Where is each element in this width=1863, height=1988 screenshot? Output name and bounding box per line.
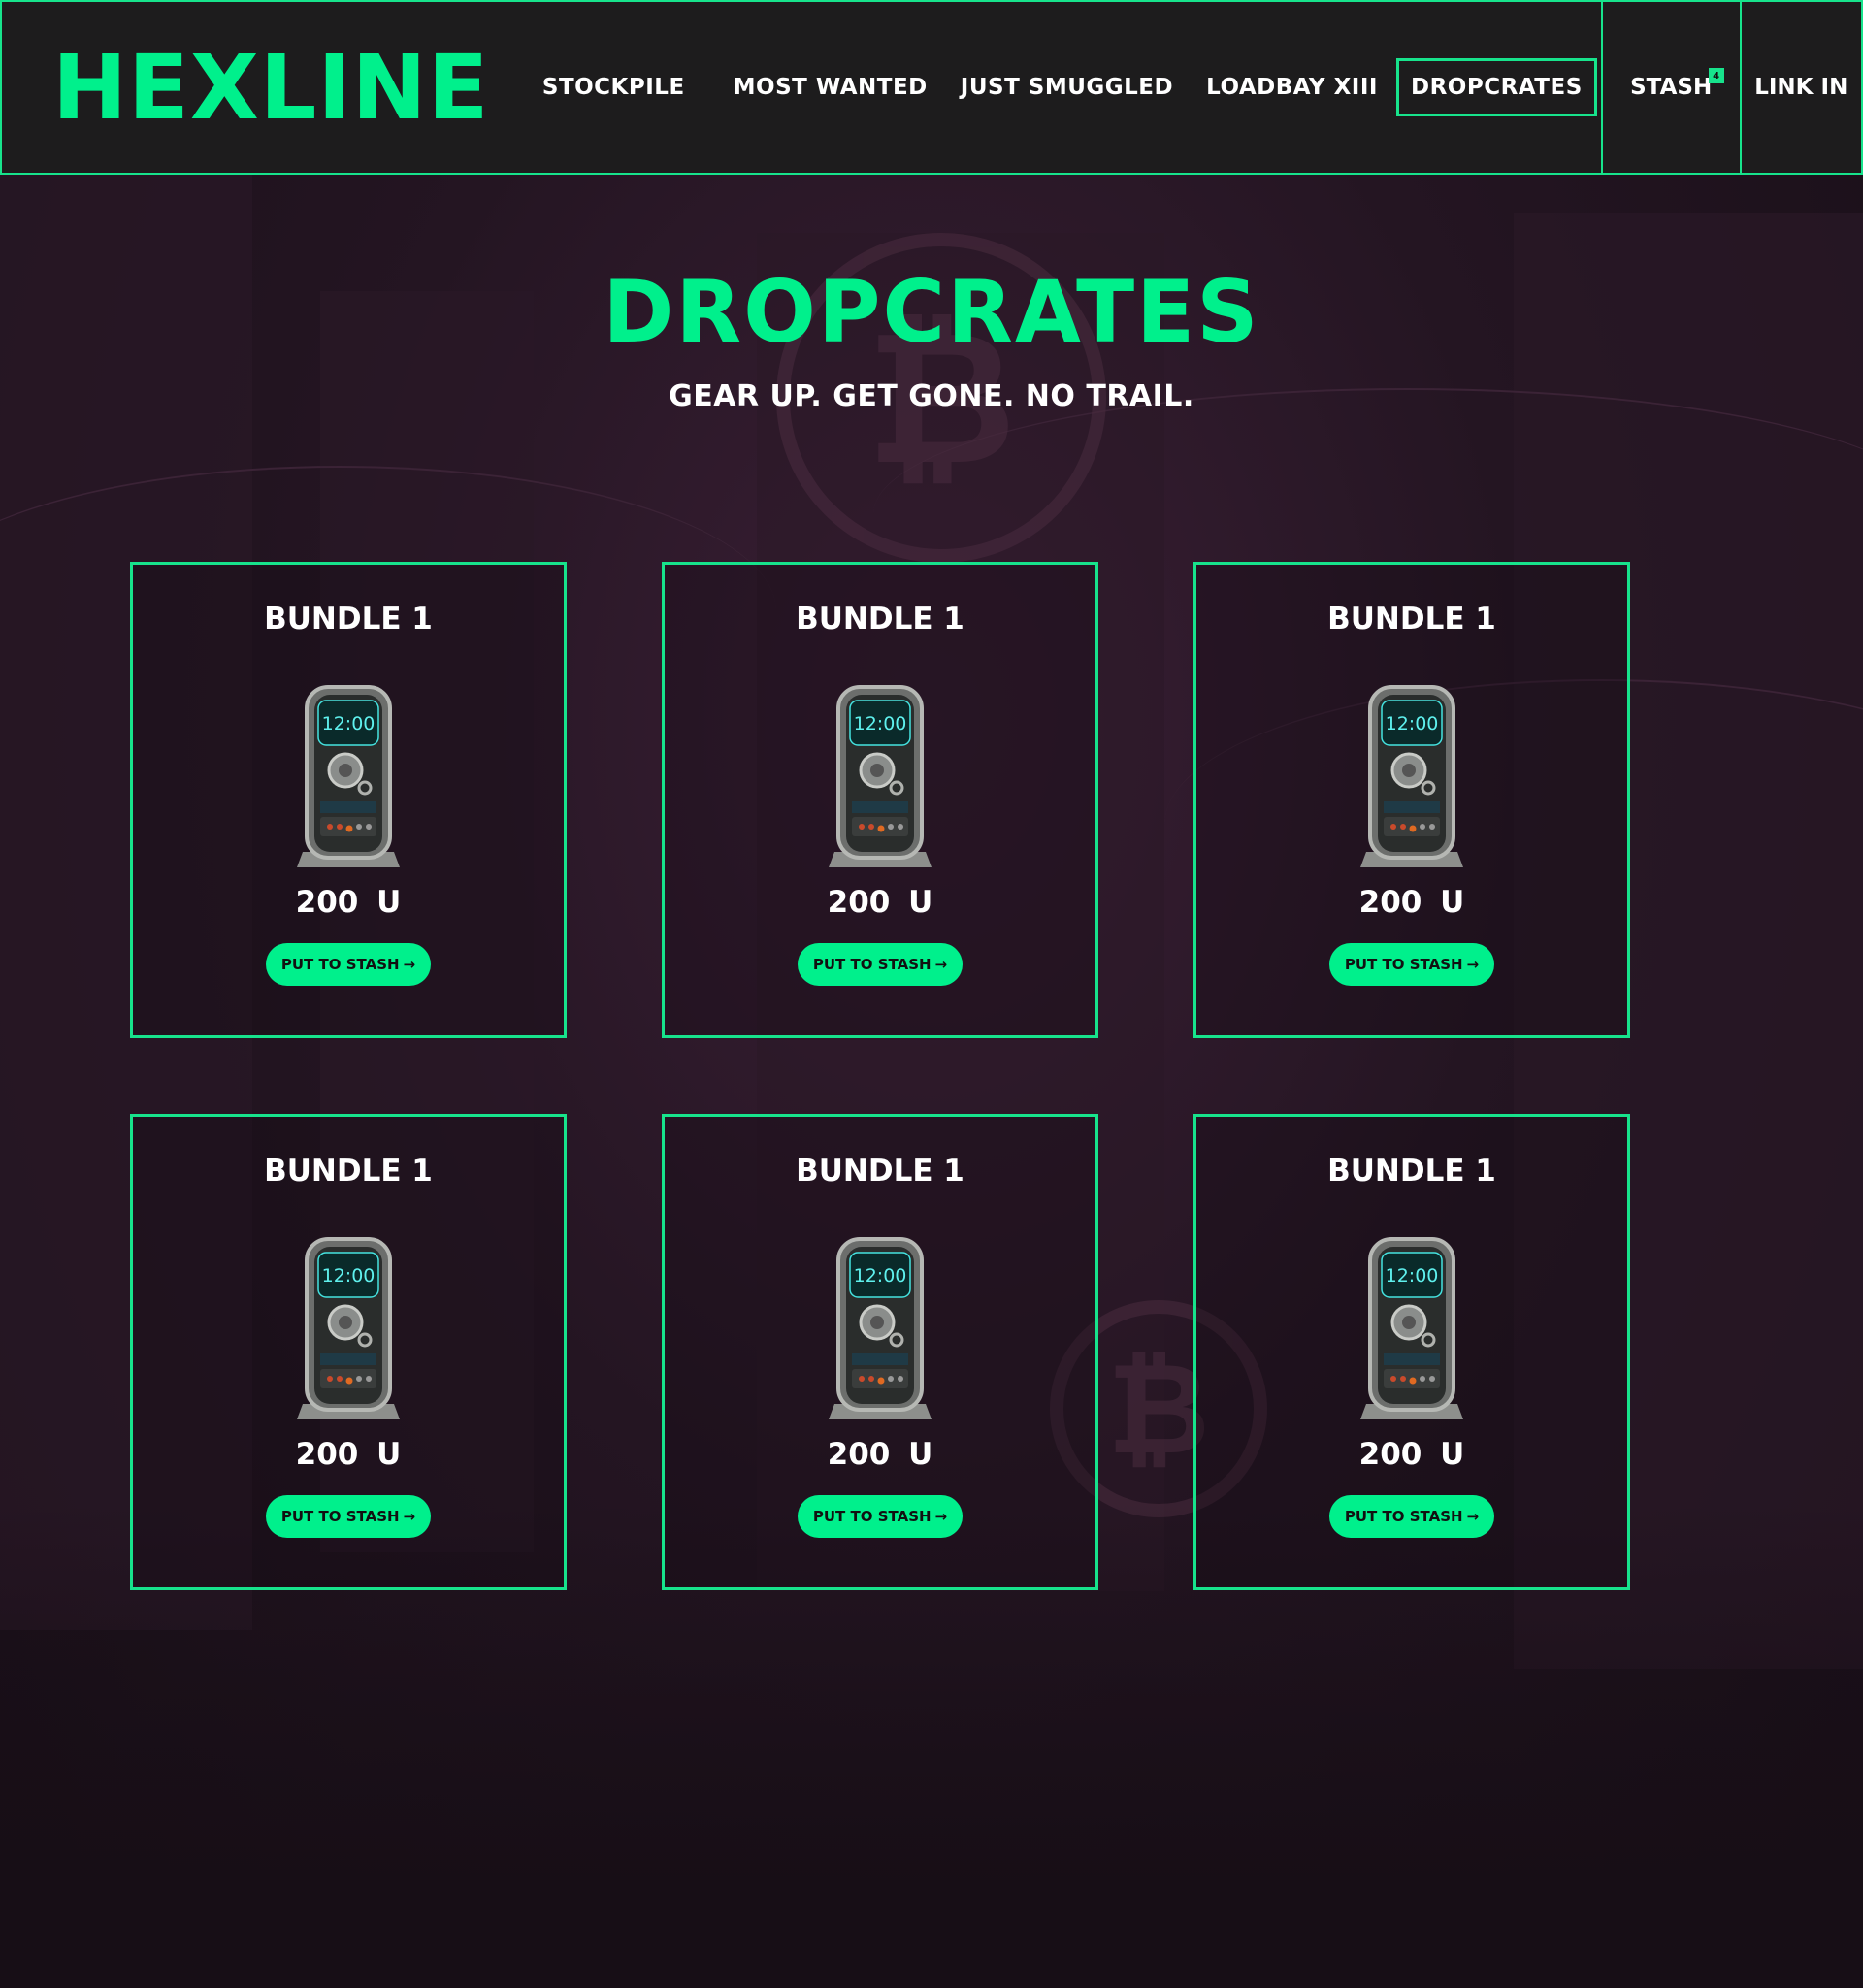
bundle-title: BUNDLE 1	[796, 1154, 964, 1189]
button-label: PUT TO STASH	[280, 956, 400, 973]
nav-item-just-smuggled[interactable]: JUST SMUGGLED	[946, 58, 1188, 116]
device-clock-display: 12:00	[1386, 713, 1439, 734]
put-to-stash-button[interactable]: PUT TO STASH →	[1328, 943, 1495, 986]
stash-count-badge: 4	[1708, 68, 1724, 83]
button-label: PUT TO STASH	[280, 1508, 400, 1525]
bundle-price: 200 U	[1358, 1437, 1465, 1472]
bundle-title: BUNDLE 1	[796, 602, 964, 636]
button-label: PUT TO STASH	[812, 956, 932, 973]
arrow-right-icon: →	[934, 956, 948, 973]
dropcrate-device-image: 12:00	[295, 681, 402, 869]
device-clock-display: 12:00	[854, 713, 907, 734]
hero-section: DROPCRATES GEAR UP. GET GONE. NO TRAIL.	[0, 262, 1863, 413]
button-label: PUT TO STASH	[812, 1508, 932, 1525]
button-label: PUT TO STASH	[1344, 1508, 1463, 1525]
put-to-stash-button[interactable]: PUT TO STASH →	[797, 1495, 964, 1538]
bundle-title: BUNDLE 1	[1327, 1154, 1496, 1189]
device-clock-display: 12:00	[322, 1265, 376, 1287]
device-clock-display: 12:00	[322, 713, 376, 734]
put-to-stash-button[interactable]: PUT TO STASH →	[797, 943, 964, 986]
bundle-title: BUNDLE 1	[264, 1154, 433, 1189]
nav-item-loadbay-xiii[interactable]: LOADBAY XIII	[1192, 58, 1392, 116]
arrow-right-icon: →	[403, 1508, 416, 1525]
dropcrate-device-image: 12:00	[827, 681, 933, 869]
bundle-grid: BUNDLE 1 12:00 200 U PUT TO STASH → BUND…	[130, 562, 1630, 1590]
dropcrate-device-image: 12:00	[1358, 1233, 1465, 1421]
bundle-card[interactable]: BUNDLE 1 12:00 200 U PUT TO STASH →	[1193, 1114, 1630, 1590]
put-to-stash-button[interactable]: PUT TO STASH →	[265, 1495, 432, 1538]
login-button[interactable]: LINK IN	[1739, 2, 1861, 173]
top-navigation-bar: HEXLINE STOCKPILE MOST WANTED JUST SMUGG…	[0, 0, 1863, 175]
bundle-price: 200 U	[295, 885, 402, 920]
bundle-card[interactable]: BUNDLE 1 12:00 200 U PUT TO STASH →	[130, 562, 567, 1038]
dropcrate-device-image: 12:00	[1358, 681, 1465, 869]
bundle-title: BUNDLE 1	[264, 602, 433, 636]
bundle-price: 200 U	[827, 885, 933, 920]
bundle-price: 200 U	[827, 1437, 933, 1472]
stash-label: STASH	[1630, 75, 1713, 100]
arrow-right-icon: →	[403, 956, 416, 973]
arrow-right-icon: →	[1466, 956, 1480, 973]
bundle-card[interactable]: BUNDLE 1 12:00 200 U PUT TO STASH →	[1193, 562, 1630, 1038]
dropcrate-device-image: 12:00	[295, 1233, 402, 1421]
page-title: DROPCRATES	[603, 262, 1260, 362]
dropcrate-device-image: 12:00	[827, 1233, 933, 1421]
bundle-card[interactable]: BUNDLE 1 12:00 200 U PUT TO STASH →	[662, 1114, 1098, 1590]
main-nav: STOCKPILE MOST WANTED JUST SMUGGLED LOAD…	[528, 2, 1601, 173]
page-subtitle: GEAR UP. GET GONE. NO TRAIL.	[669, 379, 1194, 413]
nav-item-dropcrates[interactable]: DROPCRATES	[1395, 58, 1597, 116]
put-to-stash-button[interactable]: PUT TO STASH →	[1328, 1495, 1495, 1538]
nav-item-stockpile[interactable]: STOCKPILE	[528, 58, 700, 116]
bundle-card[interactable]: BUNDLE 1 12:00 200 U PUT TO STASH →	[130, 1114, 567, 1590]
bundle-title: BUNDLE 1	[1327, 602, 1496, 636]
stash-button[interactable]: STASH 4	[1600, 2, 1740, 173]
button-label: PUT TO STASH	[1344, 956, 1463, 973]
device-clock-display: 12:00	[854, 1265, 907, 1287]
device-clock-display: 12:00	[1386, 1265, 1439, 1287]
arrow-right-icon: →	[1466, 1508, 1480, 1525]
arrow-right-icon: →	[934, 1508, 948, 1525]
bundle-price: 200 U	[1358, 885, 1465, 920]
bundle-card[interactable]: BUNDLE 1 12:00 200 U PUT TO STASH →	[662, 562, 1098, 1038]
bundle-price: 200 U	[295, 1437, 402, 1472]
put-to-stash-button[interactable]: PUT TO STASH →	[265, 943, 432, 986]
brand-logo[interactable]: HEXLINE	[2, 2, 528, 173]
nav-item-most-wanted[interactable]: MOST WANTED	[719, 58, 942, 116]
